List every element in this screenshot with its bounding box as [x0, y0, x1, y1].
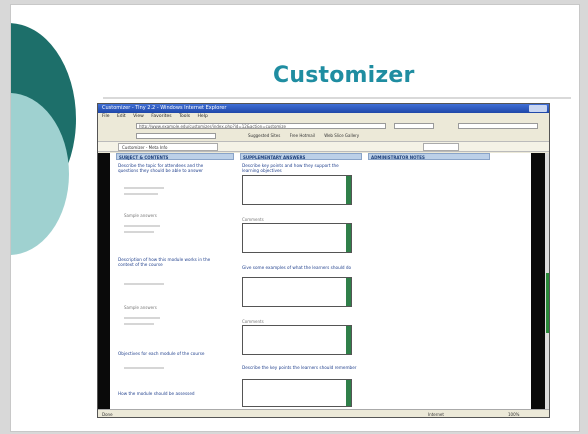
textarea-scrollbar[interactable]	[346, 278, 351, 306]
sample-label: Sample answers	[124, 305, 157, 310]
answer-textarea[interactable]	[242, 379, 352, 407]
question-text: Describe the topic for attendees and the…	[118, 163, 204, 173]
answer-textarea[interactable]	[242, 325, 352, 355]
link-suggested-sites[interactable]: Suggested Sites	[248, 133, 280, 138]
question-text: Give some examples of what the learners …	[242, 265, 352, 270]
column-header: Subject & Contents	[116, 153, 234, 160]
question-text: How the module should be assessed	[118, 391, 195, 396]
menu-view[interactable]: View	[133, 114, 144, 119]
browser-window: Customizer - Tiny 2.2 - Windows Internet…	[97, 103, 550, 418]
menu-edit[interactable]: Edit	[117, 114, 126, 119]
menu-bar: File Edit View Favorites Tools Help	[98, 113, 549, 121]
faded-line	[124, 367, 164, 369]
faded-line	[124, 187, 164, 189]
address-input[interactable]: http://www.example.edu/customizer/index.…	[136, 123, 386, 129]
textarea-scrollbar[interactable]	[346, 176, 351, 204]
window-titlebar: Customizer - Tiny 2.2 - Windows Internet…	[98, 104, 549, 113]
faded-line	[124, 225, 160, 227]
status-bar: Done Internet 100%	[98, 409, 549, 417]
window-controls[interactable]	[529, 105, 547, 112]
faded-line	[124, 323, 154, 325]
menu-help[interactable]: Help	[198, 114, 208, 119]
faded-line	[124, 231, 154, 233]
column-supplementary: Supplementary Answers	[240, 153, 362, 160]
comments-label: Comments	[242, 217, 264, 222]
column-header: Supplementary Answers	[240, 153, 362, 160]
address-bar: http://www.example.edu/customizer/index.…	[98, 121, 549, 131]
sample-label: Sample answers	[124, 213, 157, 218]
right-margin	[531, 153, 545, 409]
links-bar: Suggested Sites Free Hotmail Web Slice G…	[98, 131, 549, 141]
window-title: Customizer - Tiny 2.2 - Windows Internet…	[102, 105, 227, 111]
answer-textarea[interactable]	[242, 175, 352, 205]
menu-tools[interactable]: Tools	[179, 114, 190, 119]
page-content: Subject & Contents Describe the topic fo…	[110, 153, 531, 409]
textarea-scrollbar[interactable]	[346, 380, 351, 406]
faded-line	[124, 283, 164, 285]
zoom-level[interactable]: 100%	[508, 410, 519, 417]
title-divider	[103, 97, 571, 99]
question-text: Describe the key points the learners sho…	[242, 365, 357, 370]
slide-title: Customizer	[273, 63, 415, 88]
faded-line	[124, 317, 160, 319]
page-tools[interactable]	[423, 143, 459, 151]
menu-file[interactable]: File	[102, 114, 110, 119]
textarea-scrollbar[interactable]	[346, 224, 351, 252]
comments-label: Comments	[242, 319, 264, 324]
left-margin	[98, 153, 110, 409]
go-button[interactable]	[394, 123, 434, 129]
column-subject: Subject & Contents	[116, 153, 234, 160]
link-free-hotmail[interactable]: Free Hotmail	[290, 133, 315, 138]
question-text: Objectives for each module of the course	[118, 351, 205, 356]
menu-favorites[interactable]: Favorites	[151, 114, 171, 119]
textarea-scrollbar[interactable]	[346, 326, 351, 354]
tab-customizer[interactable]: Customizer - Meta Info	[118, 143, 218, 151]
status-text: Done	[102, 412, 113, 417]
question-text: Description of how this module works in …	[118, 257, 211, 267]
column-admin-notes: Administrator Notes	[368, 153, 490, 160]
status-zone: Internet	[428, 412, 444, 417]
search-input[interactable]	[458, 123, 538, 129]
answer-textarea[interactable]	[242, 277, 352, 307]
scrollbar-thumb[interactable]	[546, 273, 549, 333]
answer-textarea[interactable]	[242, 223, 352, 253]
question-text: Describe key points and how they support…	[242, 163, 339, 173]
page-scrollbar[interactable]	[545, 153, 549, 409]
toolbar-search-input[interactable]	[136, 133, 216, 139]
column-header: Administrator Notes	[368, 153, 490, 160]
faded-line	[124, 193, 158, 195]
tab-bar: Customizer - Meta Info	[98, 141, 549, 152]
link-web-slice[interactable]: Web Slice Gallery	[324, 133, 359, 138]
